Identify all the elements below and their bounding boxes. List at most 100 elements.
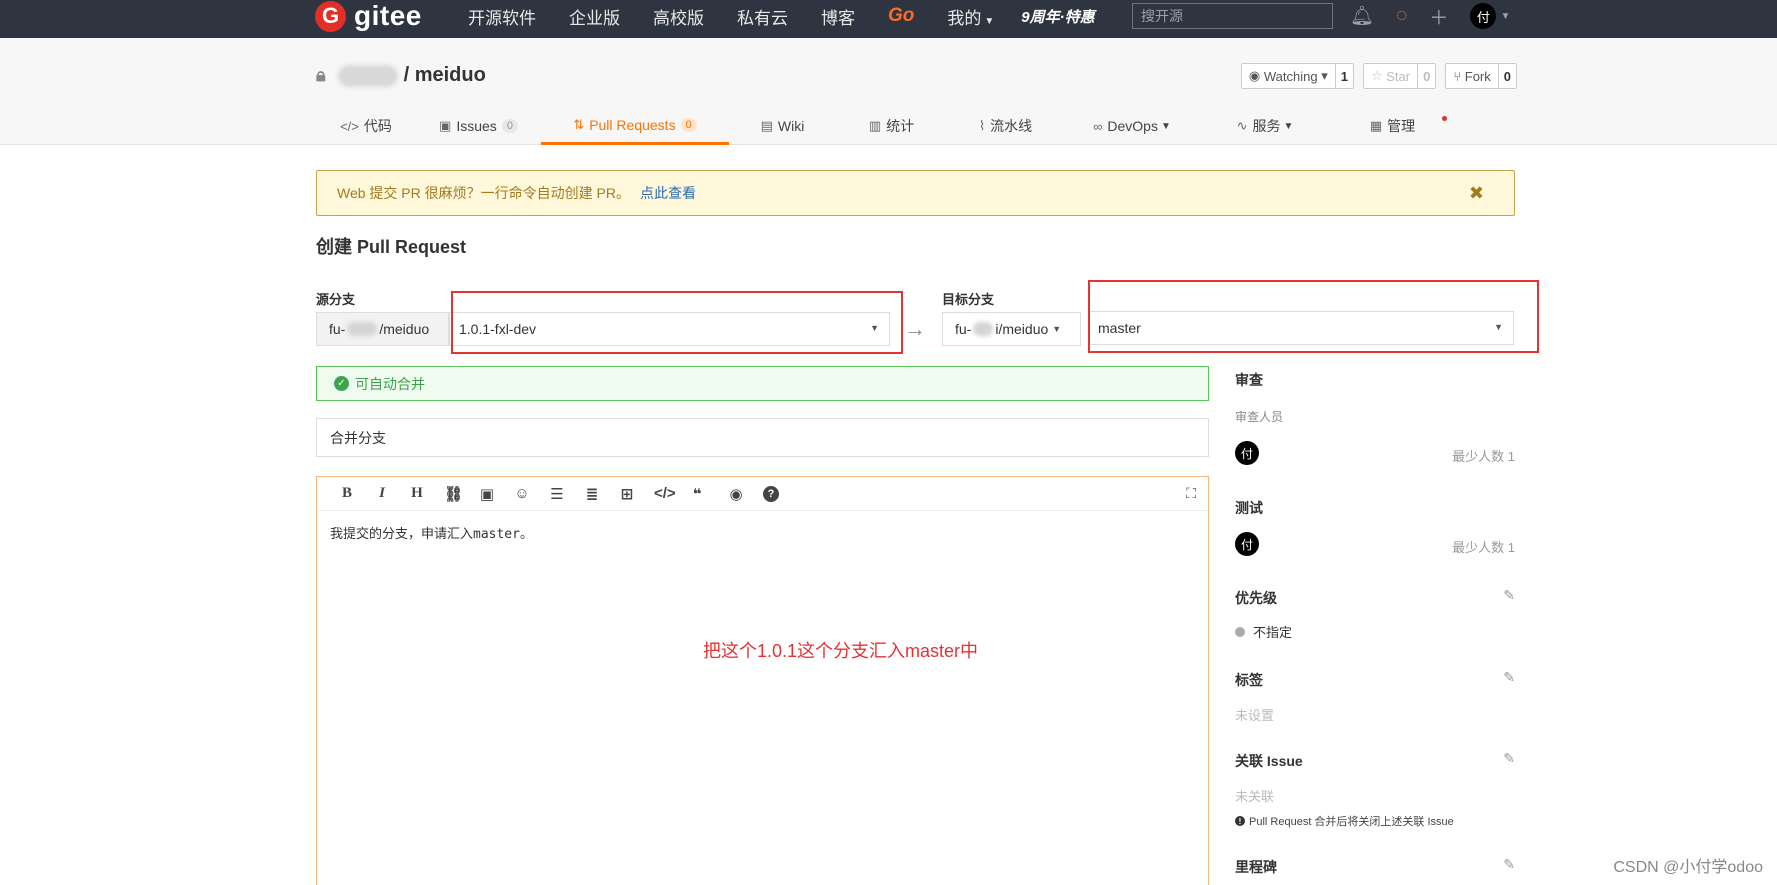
reviewers-label: 审查人员 <box>1235 410 1284 424</box>
source-repo-prefix: fu- <box>329 321 346 337</box>
tab-issues[interactable]: ▣ Issues 0 <box>416 107 541 145</box>
plus-icon[interactable]: ＋ <box>1429 3 1448 30</box>
redacted-owner <box>347 322 378 336</box>
numbered-list-icon[interactable]: ≣ <box>584 485 600 503</box>
reviewer-min-count: 最少人数 1 <box>1452 449 1515 464</box>
gitee-logo-icon: G <box>315 0 346 32</box>
tab-pipeline-label: 流水线 <box>990 118 1033 134</box>
avatar[interactable]: 付 <box>1235 441 1259 465</box>
heading-icon[interactable]: H <box>409 485 425 502</box>
notification-dot <box>1442 116 1447 121</box>
milestone-title: 里程碑 <box>1235 859 1277 875</box>
source-repo: fu- /meiduo <box>316 312 449 346</box>
tab-code-label: 代码 <box>363 118 392 134</box>
tab-manage-label: 管理 <box>1387 118 1416 134</box>
merge-status-text: 可自动合并 <box>355 375 425 392</box>
source-repo-suffix: /meiduo <box>379 321 430 337</box>
banner-text: Web 提交 PR 很麻烦？一行命令自动创建 PR。 <box>337 185 630 201</box>
edit-icon[interactable]: ✎ <box>1503 587 1515 604</box>
avatar[interactable]: 付 <box>1235 532 1259 556</box>
tab-stats-label: 统计 <box>886 118 915 134</box>
review-title: 审查 <box>1235 372 1263 388</box>
chevron-down-icon[interactable]: ▼ <box>1500 11 1510 22</box>
infinity-icon: ∞ <box>1093 118 1103 134</box>
tab-wiki[interactable]: ▤ Wiki <box>729 107 836 145</box>
test-title: 测试 <box>1235 500 1263 516</box>
close-icon[interactable]: ✖ <box>1469 183 1484 204</box>
watch-button[interactable]: ◉ Watching ▾ 1 <box>1240 63 1354 89</box>
edit-icon[interactable]: ✎ <box>1503 669 1515 686</box>
fork-button[interactable]: ⑂ Fork 0 <box>1445 63 1517 89</box>
nav-menu: 开源软件 企业版 高校版 私有云 博客 Go 我的 ▼ 9周年·特惠 <box>468 0 1095 32</box>
logo-text: gitee <box>354 0 422 31</box>
bold-icon[interactable]: B <box>339 485 355 502</box>
nav-item-education[interactable]: 高校版 <box>653 4 704 29</box>
book-icon: ▤ <box>760 118 773 133</box>
target-repo-select[interactable]: fu-i/meiduo ▼ <box>942 312 1081 346</box>
repo-tabs: </> 代码 ▣ Issues 0 ⇅ Pull Requests 0 ▤ Wiki ▥ 统计… <box>316 107 1515 145</box>
tab-stats[interactable]: ▥ 统计 <box>836 107 947 145</box>
linked-issue-title: 关联 Issue <box>1235 753 1303 769</box>
linked-issue-note: ! Pull Request 合并后将关闭上述关联 Issue <box>1235 813 1454 829</box>
tab-manage[interactable]: ▦ 管理 <box>1330 107 1455 145</box>
labels-value: 未设置 <box>1235 708 1275 723</box>
tab-devops[interactable]: ∞ DevOps ▼ <box>1064 107 1200 145</box>
fullscreen-icon[interactable]: ⛶ <box>1186 485 1196 502</box>
pr-body-text: 我提交的分支，申请汇入master。 <box>330 527 533 542</box>
bullet-list-icon[interactable]: ☰ <box>549 485 565 503</box>
nav-item-mine[interactable]: 我的 ▼ <box>947 4 994 29</box>
settings-doc-icon: ▦ <box>1369 118 1383 133</box>
edit-icon[interactable]: ✎ <box>1503 750 1515 767</box>
tab-code[interactable]: </> 代码 <box>316 107 416 145</box>
watch-count: 1 <box>1340 68 1348 84</box>
priority-value: 不指定 <box>1235 622 1292 641</box>
repo-actions: ◉ Watching ▾ 1 ☆ Star 0 ⑂ Fork 0 <box>1232 63 1517 89</box>
pr-title-input[interactable]: 合并分支 <box>316 418 1209 457</box>
edit-icon[interactable]: ✎ <box>1503 856 1515 873</box>
star-count: 0 <box>1423 68 1431 84</box>
tab-pr-label: Pull Requests <box>589 116 676 133</box>
watch-label: Watching <box>1263 68 1318 84</box>
pr-body-editor[interactable]: B I H ⛓ ▣ ☺ ☰ ≣ ⊞ </> ❝ ◉ ? ⛶ 我提交的分支，申请汇… <box>316 476 1209 885</box>
nav-item-go[interactable]: Go <box>888 5 914 27</box>
tab-pipeline[interactable]: ⌇ 流水线 <box>947 107 1064 145</box>
bell-icon[interactable]: 🔔︎ <box>1350 4 1374 28</box>
avatar[interactable]: 付 <box>1470 3 1497 29</box>
italic-icon[interactable]: I <box>374 485 390 502</box>
emoji-icon[interactable]: ☺ <box>514 485 530 502</box>
pull-request-icon: ⇅ <box>573 116 585 132</box>
tab-issues-count: 0 <box>501 119 518 133</box>
help-icon[interactable]: ? <box>763 485 779 502</box>
quote-icon[interactable]: ❝ <box>689 485 705 503</box>
link-icon[interactable]: ⛓ <box>444 485 463 503</box>
gitee-logo[interactable]: G gitee <box>315 0 422 32</box>
tab-wiki-label: Wiki <box>777 118 805 134</box>
repo-name[interactable]: meiduo <box>415 64 486 87</box>
info-icon: ! <box>1235 816 1245 826</box>
search-input[interactable]: 搜开源 <box>1132 3 1333 29</box>
repo-title: 🔒︎ / meiduo <box>316 64 486 87</box>
page-title: 创建 Pull Request <box>316 237 467 257</box>
nav-icons: 🔔︎ ◌ ＋ 付 ▼ <box>1350 0 1510 32</box>
nav-item-blog[interactable]: 博客 <box>821 4 855 29</box>
tab-services-label: 服务 <box>1252 118 1281 134</box>
anniversary-promo[interactable]: 9周年·特惠 <box>1021 6 1094 27</box>
tab-services[interactable]: ∿ 服务 ▼ <box>1200 107 1330 145</box>
image-icon[interactable]: ▣ <box>479 485 495 503</box>
repo-header: 🔒︎ / meiduo ◉ Watching ▾ 1 ☆ Star 0 ⑂ Fo… <box>0 38 1777 145</box>
lightbulb-icon[interactable]: ◌ <box>1396 5 1407 27</box>
nav-item-opensource[interactable]: 开源软件 <box>468 4 536 29</box>
code-icon[interactable]: </> <box>654 485 676 502</box>
pulse-icon: ∿ <box>1236 118 1248 133</box>
table-icon[interactable]: ⊞ <box>619 485 635 503</box>
nav-item-enterprise[interactable]: 企业版 <box>569 4 620 29</box>
priority-dot-icon <box>1235 626 1245 637</box>
chevron-down-icon: ▼ <box>984 15 995 27</box>
nav-item-private-cloud[interactable]: 私有云 <box>737 4 788 29</box>
labels-title: 标签 <box>1235 672 1263 688</box>
banner-link[interactable]: 点此查看 <box>640 183 696 203</box>
star-button[interactable]: ☆ Star 0 <box>1362 63 1437 89</box>
preview-eye-icon[interactable]: ◉ <box>728 485 744 503</box>
tab-pull-requests[interactable]: ⇅ Pull Requests 0 <box>541 107 729 145</box>
linked-issue-note-text: Pull Request 合并后将关闭上述关联 Issue <box>1249 816 1454 828</box>
